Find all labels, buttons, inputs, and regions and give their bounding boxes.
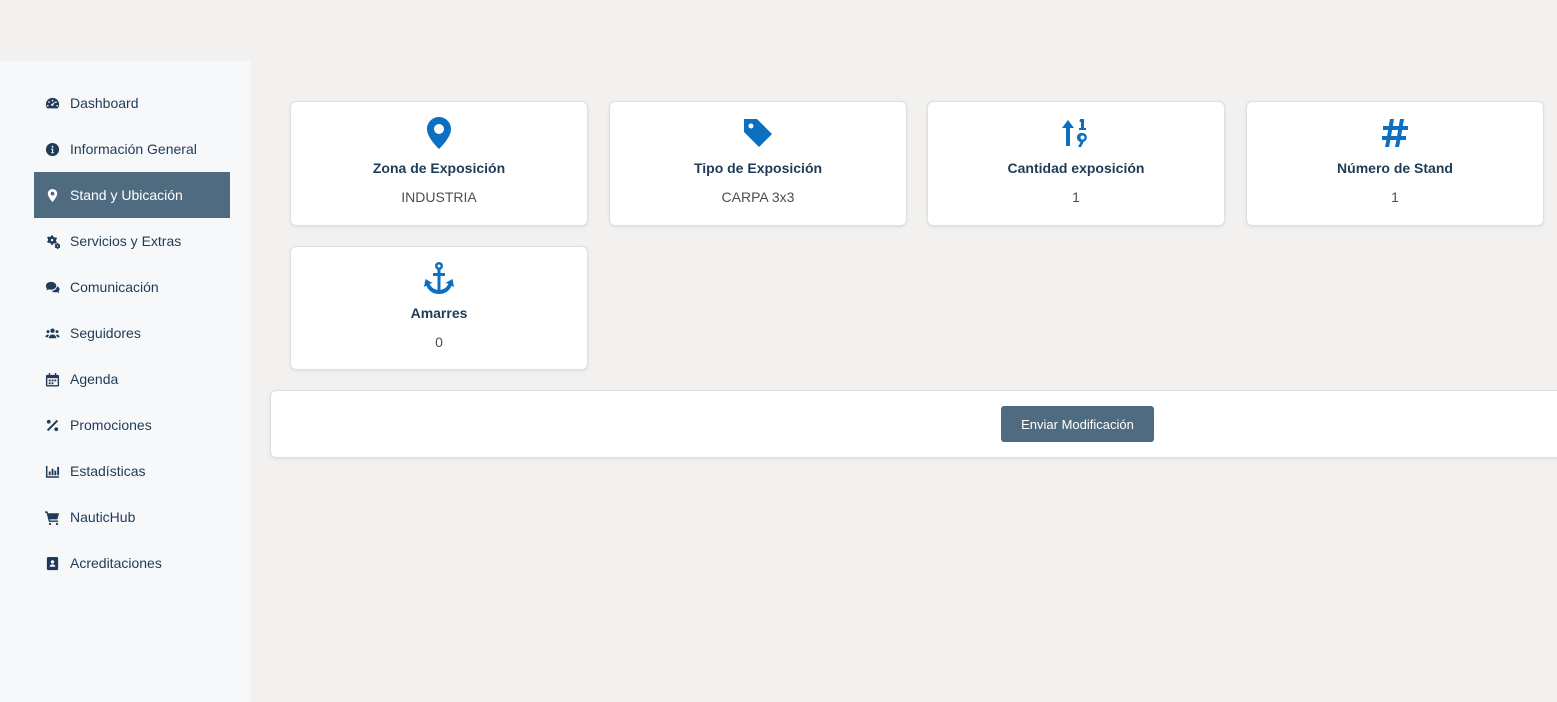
hashtag-icon — [1381, 116, 1409, 150]
comments-icon — [44, 279, 60, 295]
sidebar-item-nautichub[interactable]: NauticHub — [34, 494, 230, 540]
action-panel: Enviar Modificación — [270, 390, 1557, 458]
sidebar-item-label: Dashboard — [70, 95, 139, 111]
card-title: Número de Stand — [1337, 160, 1453, 176]
sidebar-item-servicios-extras[interactable]: Servicios y Extras — [34, 218, 230, 264]
dashboard-icon — [44, 95, 60, 111]
sidebar-item-comunicacion[interactable]: Comunicación — [34, 264, 230, 310]
sidebar-item-label: Stand y Ubicación — [70, 187, 183, 203]
card-value: 1 — [1072, 189, 1080, 205]
sidebar-item-label: Promociones — [70, 417, 152, 433]
card-title: Cantidad exposición — [1007, 160, 1145, 176]
sidebar-item-promociones[interactable]: Promociones — [34, 402, 230, 448]
sidebar-item-label: NauticHub — [70, 509, 136, 525]
sidebar: Dashboard Información General Stand y Ub… — [0, 61, 250, 702]
sidebar-item-acreditaciones[interactable]: Acreditaciones — [34, 540, 230, 586]
card-value: 0 — [435, 334, 443, 350]
card-value: INDUSTRIA — [401, 189, 477, 205]
info-card-cantidad: Cantidad exposición 1 — [927, 101, 1225, 226]
card-title: Tipo de Exposición — [693, 160, 823, 176]
chart-icon — [44, 463, 60, 479]
sidebar-nav: Dashboard Información General Stand y Ub… — [34, 80, 230, 586]
sidebar-item-label: Información General — [70, 141, 197, 157]
cart-icon — [44, 509, 60, 525]
info-card-zona: Zona de Exposición INDUSTRIA — [290, 101, 588, 226]
info-circle-icon — [44, 141, 60, 157]
sidebar-item-estadisticas[interactable]: Estadísticas — [34, 448, 230, 494]
percent-icon — [44, 417, 60, 433]
map-pin-icon — [44, 187, 60, 203]
info-card-tipo: Tipo de Exposición CARPA 3x3 — [609, 101, 907, 226]
sidebar-item-label: Servicios y Extras — [70, 233, 182, 249]
info-card-numero-stand: Número de Stand 1 — [1246, 101, 1544, 226]
id-badge-icon — [44, 555, 60, 571]
sidebar-item-dashboard[interactable]: Dashboard — [34, 80, 230, 126]
sidebar-item-agenda[interactable]: Agenda — [34, 356, 230, 402]
sidebar-item-label: Agenda — [70, 371, 119, 387]
sidebar-item-informacion-general[interactable]: Información General — [34, 126, 230, 172]
calendar-icon — [44, 371, 60, 387]
sidebar-item-label: Comunicación — [70, 279, 159, 295]
tag-icon — [742, 116, 774, 150]
users-icon — [44, 325, 60, 341]
card-title: Amarres — [410, 305, 468, 321]
sort-numeric-icon — [1061, 116, 1091, 150]
anchor-icon — [422, 261, 456, 295]
card-title: Zona de Exposición — [372, 160, 506, 176]
enviar-modificacion-button[interactable]: Enviar Modificación — [1001, 406, 1154, 442]
card-value: CARPA 3x3 — [721, 189, 795, 205]
sidebar-item-stand-ubicacion[interactable]: Stand y Ubicación — [34, 172, 230, 218]
info-card-amarres: Amarres 0 — [290, 246, 588, 370]
map-pin-icon — [426, 116, 452, 150]
sidebar-item-label: Estadísticas — [70, 463, 146, 479]
sidebar-item-label: Acreditaciones — [70, 555, 162, 571]
sidebar-item-label: Seguidores — [70, 325, 141, 341]
cogs-icon — [44, 233, 60, 249]
sidebar-item-seguidores[interactable]: Seguidores — [34, 310, 230, 356]
card-value: 1 — [1391, 189, 1399, 205]
top-bar — [0, 0, 1557, 61]
